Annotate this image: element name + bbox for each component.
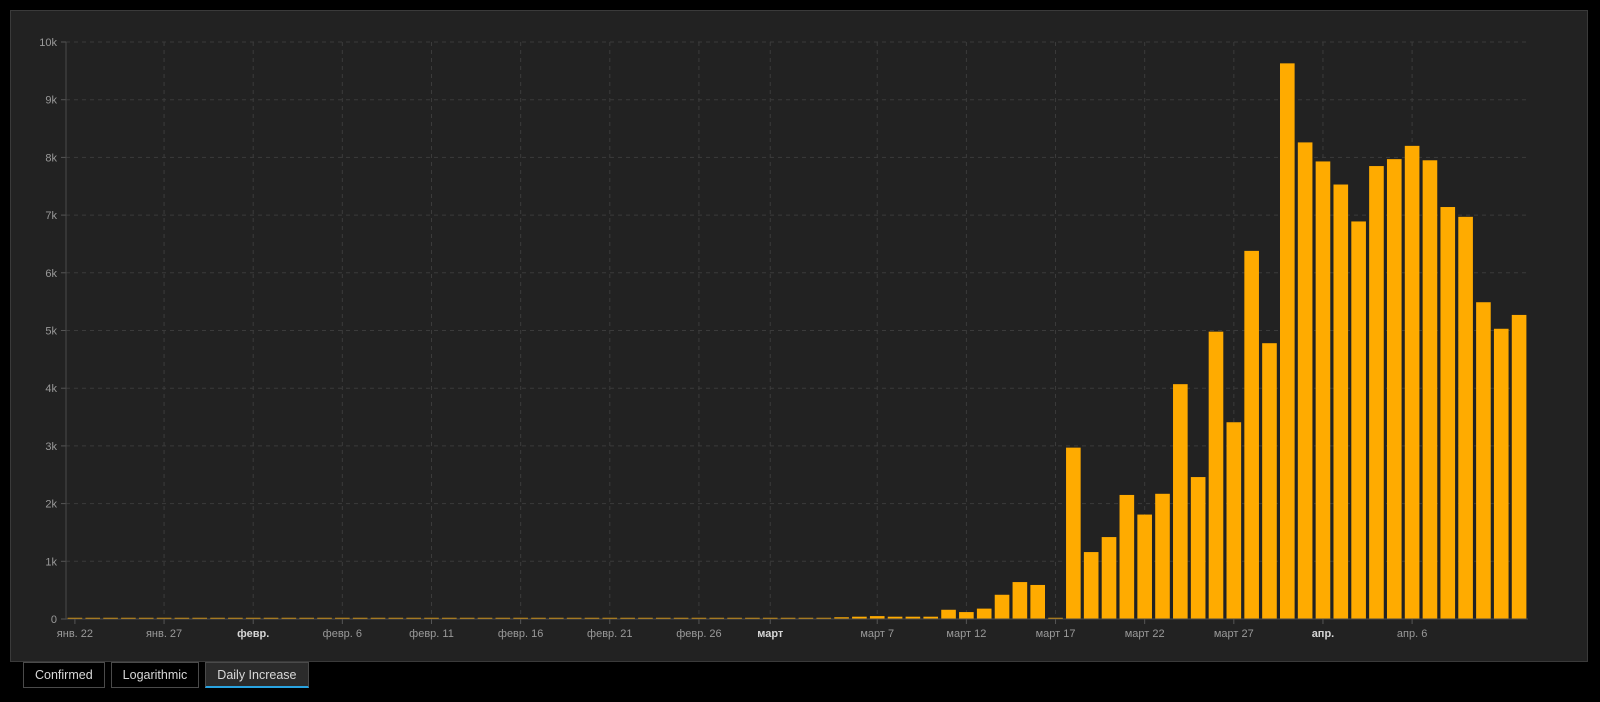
bar-day-54 (1030, 584, 1046, 619)
bar-day-68 (1279, 63, 1295, 619)
bar-day-63 (1190, 477, 1206, 619)
x-tick-label: март 22 (1125, 628, 1165, 640)
tab-confirmed[interactable]: Confirmed (23, 662, 105, 688)
y-tick-label: 3k (45, 441, 57, 453)
bar-day-61 (1155, 493, 1170, 619)
bar-day-62 (1173, 384, 1188, 619)
y-tick-label: 1k (45, 556, 57, 568)
y-tick-label: 7k (45, 210, 57, 222)
y-tick-label: 5k (45, 326, 57, 338)
x-tick-label: февр. 11 (409, 628, 454, 640)
x-tick-label: янв. 27 (146, 628, 182, 640)
bars (67, 63, 1527, 620)
bar-day-73 (1369, 166, 1384, 619)
x-tick-label: февр. 6 (323, 628, 362, 640)
x-tick-label: март 27 (1214, 628, 1254, 640)
x-tick-label: февр. (237, 628, 269, 640)
view-tab-bar: Confirmed Logarithmic Daily Increase (23, 662, 309, 688)
y-tick-label: 6k (45, 268, 57, 280)
bar-day-71 (1333, 184, 1349, 620)
x-tick-label: март 12 (946, 628, 986, 640)
x-tick-label: март 17 (1036, 628, 1076, 640)
bar-day-57 (1083, 552, 1099, 619)
tab-logarithmic[interactable]: Logarithmic (110, 662, 200, 688)
bar-day-65 (1226, 422, 1242, 619)
y-tick-label: 2k (45, 499, 57, 511)
bar-day-74 (1386, 159, 1402, 620)
bar-day-70 (1315, 161, 1331, 619)
x-tick-label: янв. 22 (57, 628, 93, 640)
bar-day-49 (941, 609, 956, 619)
x-tick-label: март (757, 628, 784, 640)
x-axis-labels: янв. 22 янв. 27 февр. февр. 6 февр. 11 февр. … (57, 628, 1428, 640)
chart-panel: 0 1k 2k 3k 4k 5k 6k 7k 8k 9k 10k янв. 22 янв. 27 фев… (10, 10, 1588, 662)
x-tick-label: февр. 26 (676, 628, 721, 640)
bar-day-56 (1066, 447, 1081, 619)
bar-day-80 (1493, 328, 1509, 619)
bar-day-64 (1208, 331, 1224, 619)
daily-increase-bar-chart: 0 1k 2k 3k 4k 5k 6k 7k 8k 9k 10k янв. 22 янв. 27 фев… (39, 37, 1528, 640)
bar-day-52 (994, 594, 1010, 619)
y-tick-label: 4k (45, 383, 57, 395)
bar-day-77 (1440, 207, 1456, 619)
tab-daily-increase[interactable]: Daily Increase (205, 662, 309, 688)
y-tick-label: 9k (45, 95, 57, 107)
bar-day-66 (1244, 250, 1259, 619)
y-tick-label: 10k (39, 37, 57, 49)
x-tick-label: апр. (1312, 628, 1335, 640)
y-axis-labels: 0 1k 2k 3k 4k 5k 6k 7k 8k 9k 10k (39, 37, 57, 626)
bar-day-67 (1262, 343, 1277, 619)
bar-day-78 (1458, 216, 1473, 619)
bar-day-53 (1012, 582, 1028, 619)
bar-day-50 (959, 612, 974, 619)
bar-day-60 (1137, 514, 1152, 619)
bar-day-58 (1101, 537, 1117, 619)
bar-day-81 (1511, 314, 1527, 619)
bar-day-69 (1297, 142, 1313, 619)
x-tick-label: март 7 (860, 628, 894, 640)
y-tick-label: 8k (45, 152, 57, 164)
y-tick-label: 0 (51, 614, 57, 626)
bar-day-51 (976, 608, 992, 619)
x-tick-label: февр. 21 (587, 628, 632, 640)
x-tick-label: апр. 6 (1397, 628, 1427, 640)
bar-day-72 (1351, 221, 1366, 619)
bar-day-76 (1422, 160, 1438, 619)
bar-day-79 (1476, 302, 1491, 619)
bar-day-75 (1404, 145, 1420, 620)
x-tick-label: февр. 16 (498, 628, 543, 640)
bar-day-59 (1119, 494, 1135, 619)
